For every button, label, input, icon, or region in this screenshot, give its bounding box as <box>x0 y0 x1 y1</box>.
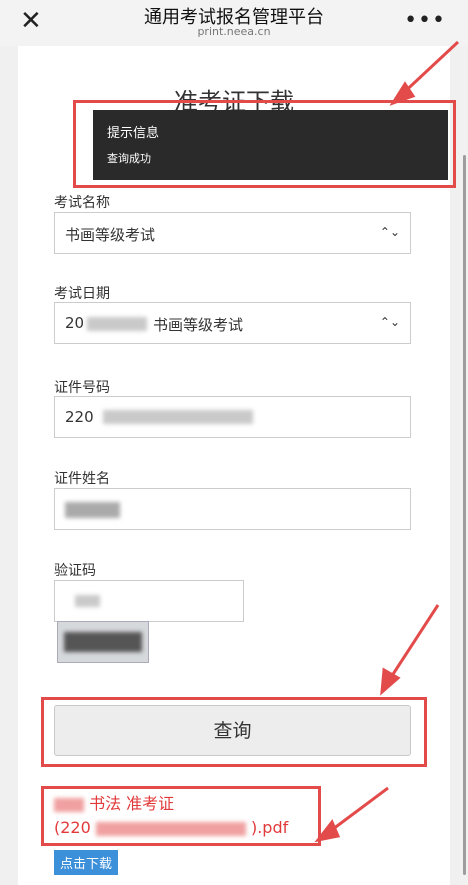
annotation-arrows <box>314 40 460 843</box>
arrow-head-3 <box>314 819 341 843</box>
arrow-line-2 <box>384 604 440 686</box>
arrow-head-2 <box>380 667 401 696</box>
